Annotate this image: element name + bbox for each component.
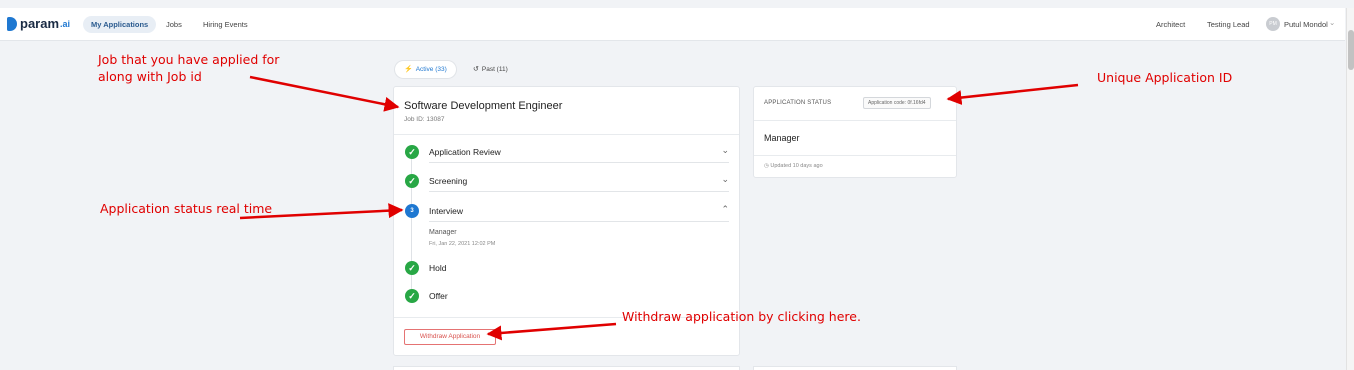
user-name[interactable]: Putul Mondol [1284, 20, 1328, 29]
logo[interactable]: param .ai [7, 16, 70, 31]
lightning-icon: ⚡ [404, 66, 413, 73]
step-application-review[interactable]: ✓ Application Review ⌄ [394, 142, 741, 163]
user-menu-chevron-icon[interactable]: ⌄ [1329, 18, 1335, 27]
check-icon: ✓ [405, 145, 419, 159]
interview-detail-time: Fri, Jan 22, 2021 12:02 PM [429, 241, 496, 247]
updated-time: ◷ Updated 10 days ago [764, 163, 823, 169]
top-nav-bar: param .ai My Applications Jobs Hiring Ev… [0, 8, 1345, 41]
nav-jobs[interactable]: Jobs [158, 16, 190, 33]
status-value: Manager [764, 133, 800, 143]
updated-text: Updated 10 days ago [770, 163, 823, 169]
step-underline [429, 191, 729, 192]
step-underline [429, 162, 729, 163]
job-title: Software Development Engineer [404, 100, 563, 112]
tab-past-label: Past (11) [481, 66, 508, 73]
step-hold: ✓ Hold [394, 258, 741, 278]
status-heading: APPLICATION STATUS [764, 100, 832, 106]
check-icon: ✓ [405, 289, 419, 303]
nav-hiring-events[interactable]: Hiring Events [195, 16, 256, 33]
annotation-withdraw-note: Withdraw application by clicking here. [622, 309, 861, 324]
logo-suffix: .ai [60, 18, 71, 29]
card-divider [754, 120, 956, 121]
step-interview[interactable]: 3 Interview ⌃ [394, 201, 741, 222]
card-divider [394, 134, 739, 135]
job-id: Job ID: 13087 [404, 116, 445, 123]
application-status-card: APPLICATION STATUS Application code: 0f.… [753, 86, 957, 178]
nav-testing-lead[interactable]: Testing Lead [1207, 20, 1250, 29]
tab-past[interactable]: ↺ Past (11) [464, 61, 517, 78]
scrollbar-thumb[interactable] [1348, 30, 1354, 70]
chevron-down-icon[interactable]: ⌄ [721, 145, 729, 156]
card-divider [754, 155, 956, 156]
history-icon: ↺ [473, 66, 479, 73]
chevron-down-icon[interactable]: ⌄ [721, 174, 729, 185]
arrow-to-application-code [946, 83, 1079, 106]
step-label: Hold [429, 263, 447, 273]
step-underline [429, 221, 729, 222]
step-screening[interactable]: ✓ Screening ⌄ [394, 171, 741, 192]
next-card-edge [393, 366, 740, 370]
step-label: Screening [429, 176, 468, 186]
page-scrollbar[interactable] [1346, 8, 1354, 370]
annotation-unique-id-note: Unique Application ID [1097, 70, 1233, 85]
next-card-edge [753, 366, 957, 370]
check-icon: ✓ [405, 174, 419, 188]
annotation-job-line1: Job that you have applied for [98, 52, 280, 67]
annotation-job-note: Job that you have applied for along with… [98, 51, 279, 85]
tab-active[interactable]: ⚡ Active (33) [395, 61, 456, 78]
nav-architect[interactable]: Architect [1156, 20, 1185, 29]
step-label: Application Review [429, 147, 501, 157]
tab-active-label: Active (33) [415, 66, 447, 73]
logo-icon [7, 16, 17, 31]
step-number-icon: 3 [405, 204, 419, 218]
logo-text: param [20, 16, 60, 31]
annotation-job-line2: along with Job id [98, 69, 202, 84]
interview-detail-label: Manager [429, 229, 457, 236]
annotation-status-note: Application status real time [100, 201, 273, 216]
withdraw-application-button[interactable]: Withdraw Application [404, 329, 496, 345]
clock-icon: ◷ [764, 163, 769, 169]
step-offer: ✓ Offer [394, 286, 741, 306]
check-icon: ✓ [405, 261, 419, 275]
application-code-badge: Application code: 0f.16fd4 [863, 97, 931, 109]
nav-my-applications[interactable]: My Applications [83, 16, 157, 33]
step-label: Offer [429, 291, 448, 301]
step-label: Interview [429, 206, 464, 216]
chevron-up-icon[interactable]: ⌃ [721, 204, 729, 215]
avatar[interactable]: PM [1266, 17, 1280, 31]
